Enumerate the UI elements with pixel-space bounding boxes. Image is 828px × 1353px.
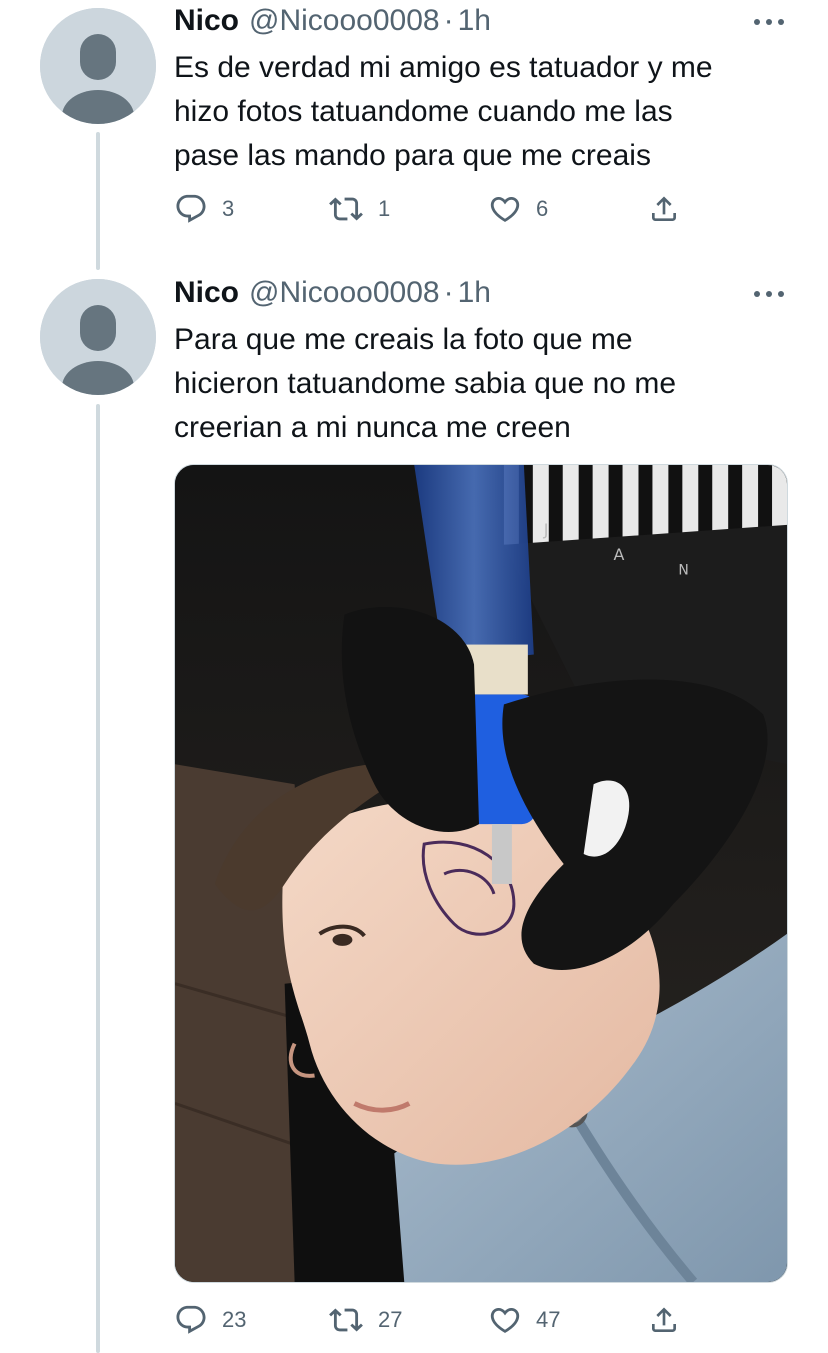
thread-line-bottom <box>96 404 100 1353</box>
like-icon <box>490 196 520 222</box>
share-icon <box>652 1307 676 1332</box>
tweet-text-line: Es de verdad mi amigo es tatuador y me <box>174 51 713 84</box>
tweet-media-photo[interactable]: J A N <box>174 464 788 1283</box>
reply-button[interactable]: 3 <box>174 189 234 229</box>
like-button[interactable]: 47 <box>488 1300 560 1340</box>
timestamp[interactable]: 1h <box>458 4 491 38</box>
separator-dot: · <box>443 276 454 309</box>
separator-dot: · <box>443 4 454 37</box>
share-button[interactable] <box>648 189 680 229</box>
avatar[interactable] <box>40 279 156 395</box>
tweet-text-line: Para que me creais la foto que me <box>174 323 633 356</box>
retweet-count: 27 <box>378 1307 403 1332</box>
reply-button[interactable]: 23 <box>174 1300 246 1340</box>
reply-icon <box>176 1305 206 1334</box>
handle[interactable]: @Nicooo0008 <box>249 276 440 310</box>
like-count: 47 <box>536 1307 561 1332</box>
display-name[interactable]: Nico <box>174 276 239 310</box>
svg-text:J: J <box>543 520 549 539</box>
retweet-icon <box>329 197 363 221</box>
svg-text:N: N <box>678 563 688 579</box>
avatar[interactable] <box>40 8 156 124</box>
tweet-actions: 23 27 47 <box>174 1300 694 1340</box>
retweet-button[interactable]: 1 <box>328 189 390 229</box>
photo-illustration: J A N <box>175 465 787 1282</box>
tweet-header: Nico @Nicooo0008 · 1h <box>174 273 491 313</box>
retweet-count: 1 <box>378 196 391 221</box>
retweet-button[interactable]: 27 <box>328 1300 402 1340</box>
retweet-icon <box>329 1308 363 1332</box>
tweet-text: Es de verdad mi amigo es tatuador y me h… <box>174 46 794 178</box>
handle[interactable]: @Nicooo0008 <box>249 4 440 38</box>
more-icon[interactable] <box>752 288 786 300</box>
like-icon <box>490 1307 520 1333</box>
share-button[interactable] <box>648 1300 680 1340</box>
reply-count: 23 <box>222 1307 247 1332</box>
default-avatar-icon <box>40 8 156 124</box>
tweet-text-line: pase las mando para que me creais <box>174 139 651 172</box>
like-count: 6 <box>536 196 549 221</box>
timestamp[interactable]: 1h <box>458 276 491 310</box>
tweet-header: Nico @Nicooo0008 · 1h <box>174 1 491 41</box>
tweet-text: Para que me creais la foto que me hicier… <box>174 318 794 450</box>
thread-line-top <box>96 132 100 270</box>
more-icon[interactable] <box>752 16 786 28</box>
like-button[interactable]: 6 <box>488 189 548 229</box>
share-icon <box>652 196 676 221</box>
tweet-text-line: creerian a mi nunca me creen <box>174 411 571 444</box>
reply-icon <box>176 194 206 223</box>
reply-count: 3 <box>222 196 235 221</box>
display-name[interactable]: Nico <box>174 4 239 38</box>
default-avatar-icon <box>40 279 156 395</box>
tweet-text-line: hicieron tatuandome sabia que no me <box>174 367 677 400</box>
svg-text:A: A <box>614 545 625 564</box>
tweet-actions: 3 1 6 <box>174 189 694 229</box>
tweet-text-line: hizo fotos tatuandome cuando me las <box>174 95 673 128</box>
